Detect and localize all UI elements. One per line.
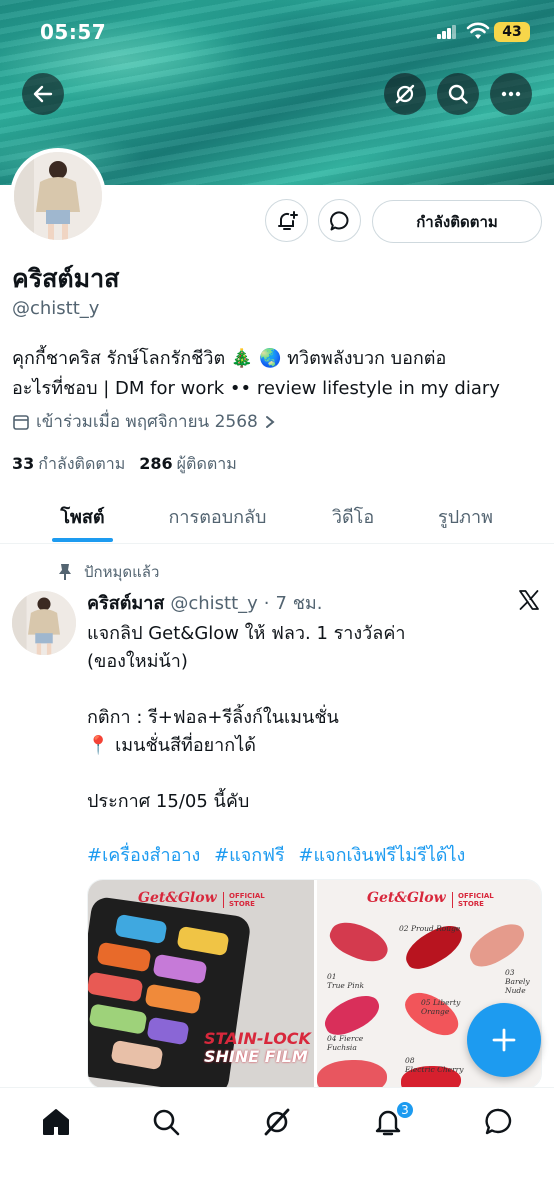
wifi-icon	[466, 22, 490, 39]
swatch-label: 05 Liberty Orange	[421, 998, 461, 1016]
stain-line: STAIN-LOCK	[204, 1029, 311, 1048]
calendar-icon	[13, 414, 29, 430]
status-time: 05:57	[40, 20, 107, 44]
following-button[interactable]: กำลังติดตาม	[372, 200, 542, 243]
official-store-label: OFFICIAL STORE	[223, 892, 265, 908]
grok-icon	[395, 84, 415, 104]
grok-icon[interactable]	[261, 1106, 293, 1138]
bio-line: อะไรที่ชอบ | DM for work •• review lifes…	[12, 378, 500, 399]
hashtag-link[interactable]: #แจกฟรี	[214, 845, 285, 866]
pinned-text: ปักหมุดแล้ว	[84, 563, 160, 581]
followers-label: ผู้ติดตาม	[176, 454, 237, 473]
more-options-button[interactable]	[490, 73, 532, 115]
post-header: คริสต์มาส @chistt_y · 7 ชม.	[87, 588, 323, 617]
swatch-barely-nude	[463, 917, 531, 973]
more-horizontal-icon	[501, 91, 521, 97]
official-line: STORE	[458, 900, 484, 908]
cellular-signal-icon	[437, 25, 457, 39]
following-count: 33	[12, 454, 35, 473]
search-icon[interactable]	[150, 1106, 182, 1138]
tab-photos[interactable]: รูปภาพ	[418, 488, 513, 544]
following-label: กำลังติดตาม	[38, 454, 126, 473]
post-text-line: แจกลิป Get&Glow ให้ ฟลว. 1 รางวัลค่า	[87, 623, 406, 644]
message-button[interactable]	[318, 199, 361, 242]
official-line: OFFICIAL	[229, 892, 265, 900]
post-author-handle[interactable]: @chistt_y	[170, 593, 257, 614]
followers-stat[interactable]: 286 ผู้ติดตาม	[139, 452, 236, 477]
swatch-label: 01 True Pink	[327, 972, 365, 990]
profile-display-name: คริสต์มาส	[12, 264, 120, 293]
chevron-right-icon	[265, 415, 275, 428]
profile-avatar[interactable]	[10, 148, 106, 244]
media-image-product-tray[interactable]: Get&Glow OFFICIAL STORE STAIN-LOCK SHINE…	[88, 880, 314, 1088]
profile-bio: คุกกี้ชาคริส รักษ์โลกรักชีวิต 🎄 🌏 ทวิตพล…	[12, 344, 542, 404]
swatch-label: 04 Fierce Fuchsia	[327, 1034, 364, 1052]
post-author-avatar[interactable]	[12, 591, 76, 655]
post-text-line: 📍 เมนชั่นสีที่อยากได้	[87, 735, 256, 756]
pinned-label: ปักหมุดแล้ว	[58, 560, 159, 584]
joined-date[interactable]: เข้าร่วมเมื่อ พฤศจิกายน 2568	[12, 408, 276, 435]
plus-icon	[492, 1028, 516, 1052]
messages-icon[interactable]	[483, 1106, 515, 1138]
subscribe-notifications-button[interactable]	[265, 199, 308, 242]
bottom-navigation: 3	[0, 1087, 554, 1199]
search-profile-button[interactable]	[437, 73, 479, 115]
x-logo-icon[interactable]	[518, 589, 540, 611]
search-icon	[448, 84, 468, 104]
stain-line: SHINE FILM	[204, 1047, 308, 1066]
bio-line: คุกกี้ชาคริส รักษ์โลกรักชีวิต 🎄 🌏 ทวิตพล…	[12, 348, 447, 369]
tab-videos[interactable]: วิดีโอ	[313, 488, 393, 544]
pin-icon	[59, 564, 71, 580]
hashtag-link[interactable]: #แจกเงินฟรีไม่รีได้ไง	[298, 845, 465, 866]
avatar-photo	[12, 591, 76, 655]
post-hashtags: #เครื่องสำอาง #แจกฟรี #แจกเงินฟรีไม่รีได…	[87, 840, 473, 869]
hashtag-link[interactable]: #เครื่องสำอาง	[87, 845, 200, 866]
profile-tabs: โพสต์ การตอบกลับ วิดีโอ รูปภาพ	[0, 488, 554, 544]
official-store-label: OFFICIAL STORE	[452, 892, 494, 908]
following-stat[interactable]: 33 กำลังติดตาม	[12, 452, 125, 477]
home-icon[interactable]	[40, 1106, 72, 1138]
active-tab-indicator	[52, 538, 113, 542]
official-line: STORE	[229, 900, 255, 908]
post-text-line: กติกา : รี+ฟอล+รีลิ้งก์ในเมนชั่น	[87, 707, 339, 728]
grok-button[interactable]	[384, 73, 426, 115]
swatch-label: 03 Barely Nude	[505, 968, 530, 995]
swatch-bottom-left	[317, 1060, 387, 1088]
stain-lock-text: STAIN-LOCK SHINE FILM	[204, 1030, 311, 1066]
joined-text: เข้าร่วมเมื่อ พฤศจิกายน 2568	[36, 412, 258, 432]
bell-plus-icon	[277, 210, 298, 230]
official-line: OFFICIAL	[458, 892, 494, 900]
tab-replies[interactable]: การตอบกลับ	[150, 488, 285, 544]
tab-posts[interactable]: โพสต์	[40, 488, 125, 544]
back-button[interactable]	[22, 73, 64, 115]
post-text-line: (ของใหม่น้า)	[87, 651, 188, 672]
post-time[interactable]: 7 ชม.	[276, 588, 323, 617]
followers-count: 286	[139, 454, 173, 473]
post-text-line: ประกาศ 15/05 นี้คับ	[87, 791, 250, 812]
compose-post-button[interactable]	[467, 1003, 541, 1077]
swatch-label: 02 Proud Rouge	[399, 924, 461, 933]
status-bar: 05:57 43	[0, 0, 554, 60]
avatar-photo	[14, 152, 102, 240]
battery-indicator: 43	[494, 22, 530, 42]
swatch-label: 08 Electric Cherry	[405, 1056, 464, 1074]
chat-bubble-icon	[329, 210, 348, 230]
notification-badge: 3	[395, 1100, 415, 1120]
profile-handle: @chistt_y	[12, 298, 100, 319]
arrow-left-icon	[33, 85, 53, 103]
brand-logo: Get&Glow	[367, 890, 446, 906]
follow-stats: 33 กำลังติดตาม 286 ผู้ติดตาม	[12, 452, 237, 477]
post-separator: ·	[263, 593, 270, 614]
swatch-true-pink	[325, 914, 393, 970]
post-author-name[interactable]: คริสต์มาส	[87, 588, 164, 617]
